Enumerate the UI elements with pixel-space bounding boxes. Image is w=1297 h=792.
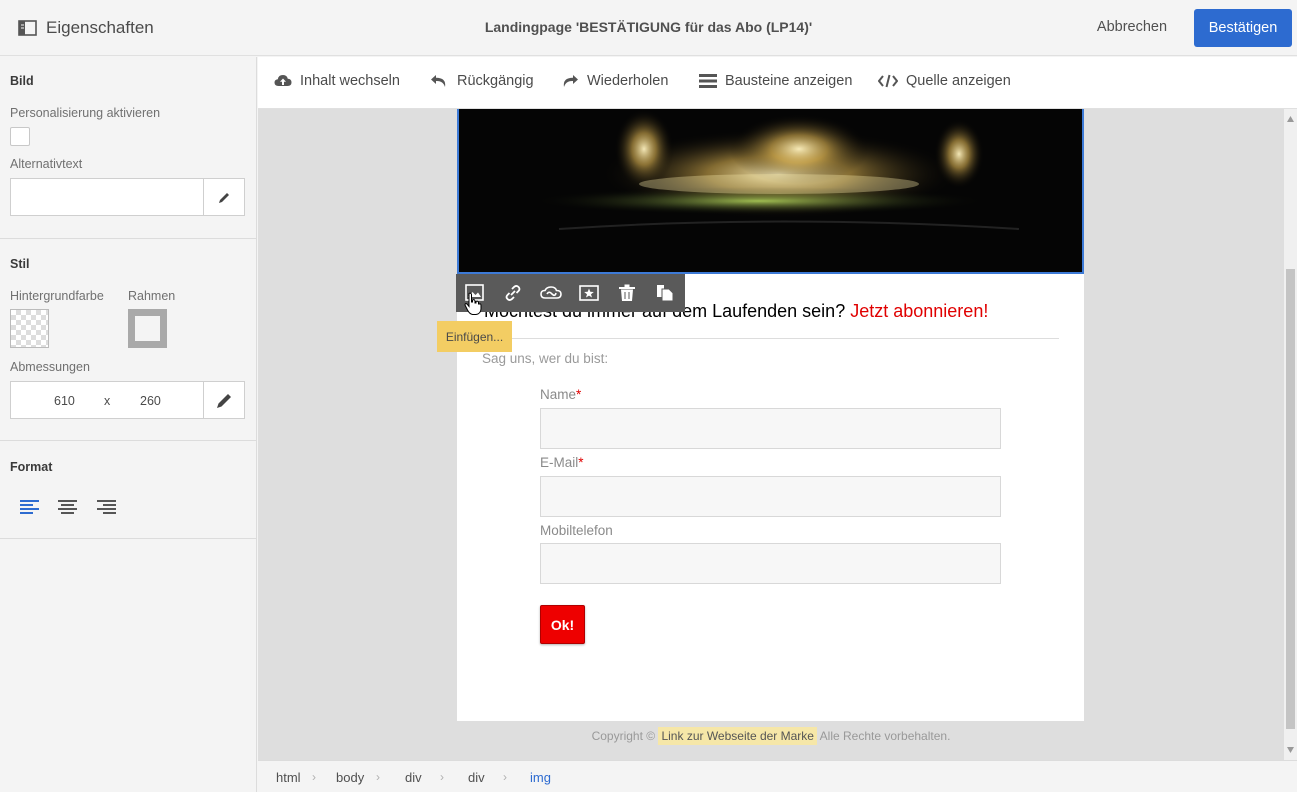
show-blocks-button[interactable]: Bausteine anzeigen <box>699 73 852 89</box>
copy-button[interactable] <box>646 274 684 312</box>
delete-button[interactable] <box>608 274 646 312</box>
breadcrumb-separator: › <box>376 770 380 784</box>
alt-text-edit-button[interactable] <box>203 179 244 215</box>
link-icon <box>505 285 521 301</box>
properties-label: Eigenschaften <box>46 18 154 37</box>
breadcrumb-div-1[interactable]: div <box>405 770 422 785</box>
image-star-button[interactable] <box>570 274 608 312</box>
element-breadcrumb: html › body › div › div › img <box>258 760 1297 792</box>
align-center-icon <box>58 500 77 514</box>
show-blocks-label: Bausteine anzeigen <box>725 73 853 89</box>
vertical-scrollbar[interactable] <box>1284 109 1297 760</box>
scrollbar-thumb[interactable] <box>1286 269 1295 729</box>
footer-prefix: Copyright © <box>591 729 656 743</box>
ok-button[interactable]: Ok! <box>540 605 585 644</box>
hand-cursor-icon <box>464 292 482 315</box>
scroll-up-icon <box>1287 116 1294 122</box>
heading-cta: Jetzt abonnieren! <box>850 301 989 321</box>
pencil-icon <box>216 393 231 408</box>
page-footer: Copyright © Link zur Webseite der Marke … <box>258 727 1284 745</box>
name-field[interactable] <box>540 408 1001 449</box>
personalization-checkbox[interactable] <box>10 127 30 146</box>
code-icon <box>878 74 898 88</box>
hero-image[interactable] <box>457 109 1084 274</box>
alt-text-input[interactable] <box>11 179 203 215</box>
properties-panel: Bild Personalisierung aktivieren Alterna… <box>0 57 257 792</box>
show-source-label: Quelle anzeigen <box>906 73 1011 89</box>
intro-text: Sag uns, wer du bist: <box>482 351 609 366</box>
style-section-title: Stil <box>10 257 30 271</box>
align-center-button[interactable] <box>58 499 77 520</box>
creative-cloud-icon <box>540 286 562 299</box>
dimensions-field: 610 x 260 <box>10 381 245 419</box>
confirm-button[interactable]: Bestätigen <box>1194 9 1292 47</box>
link-button[interactable] <box>494 274 532 312</box>
alt-text-field <box>10 178 245 216</box>
show-source-button[interactable]: Quelle anzeigen <box>878 73 1011 89</box>
copy-icon <box>657 285 674 302</box>
insert-tooltip: Einfügen... <box>437 321 512 352</box>
align-left-icon <box>20 500 39 514</box>
align-left-button[interactable] <box>20 499 39 520</box>
breadcrumb-body[interactable]: body <box>336 770 364 785</box>
pencil-icon <box>218 192 229 203</box>
breadcrumb-separator: › <box>312 770 316 784</box>
editor-canvas: Möchtest du immer auf dem Laufenden sein… <box>258 109 1284 760</box>
width-value[interactable]: 610 <box>54 394 75 408</box>
image-star-icon <box>579 285 599 301</box>
image-toolbar <box>456 274 685 312</box>
landing-page: Möchtest du immer auf dem Laufenden sein… <box>457 109 1084 721</box>
dimensions-separator: x <box>104 394 111 408</box>
breadcrumb-div-2[interactable]: div <box>468 770 485 785</box>
panel-icon <box>18 20 37 36</box>
mobile-field[interactable] <box>540 543 1001 584</box>
list-blocks-icon <box>699 74 717 88</box>
align-right-button[interactable] <box>97 499 116 520</box>
cancel-button[interactable]: Abbrechen <box>1090 19 1174 35</box>
style-section: Stil Hintergrundfarbe Rahmen Abmessungen… <box>0 239 256 441</box>
background-color-label: Hintergrundfarbe <box>10 289 104 303</box>
image-section-title: Bild <box>10 74 34 88</box>
alt-text-label: Alternativtext <box>10 157 83 171</box>
creative-cloud-button[interactable] <box>532 274 570 312</box>
cloud-upload-icon <box>274 75 292 86</box>
redo-button[interactable]: Wiederholen <box>560 73 668 89</box>
breadcrumb-separator: › <box>440 770 444 784</box>
footer-suffix: Alle Rechte vorbehalten. <box>819 729 951 743</box>
trash-icon <box>619 284 635 301</box>
fountain-image <box>459 109 1082 272</box>
dimensions-label: Abmessungen <box>10 360 90 374</box>
dimensions-edit-button[interactable] <box>203 382 244 418</box>
format-section: Format <box>0 441 256 539</box>
breadcrumb-img[interactable]: img <box>530 770 551 785</box>
mobile-label: Mobiltelefon <box>540 523 613 538</box>
breadcrumb-html[interactable]: html <box>276 770 301 785</box>
change-content-button[interactable]: Inhalt wechseln <box>274 73 400 89</box>
undo-button[interactable]: Rückgängig <box>430 73 534 89</box>
change-content-label: Inhalt wechseln <box>300 73 400 89</box>
email-label: E-Mail* <box>540 455 584 470</box>
properties-toggle[interactable]: Eigenschaften <box>18 18 154 38</box>
editor-toolbar: Inhalt wechseln Rückgängig Wiederholen B… <box>258 57 1297 109</box>
scroll-down-icon <box>1287 747 1294 753</box>
height-value[interactable]: 260 <box>140 394 161 408</box>
brand-link[interactable]: Link zur Webseite der Marke <box>658 727 817 745</box>
divider <box>482 338 1059 339</box>
border-swatch[interactable] <box>128 309 167 348</box>
redo-icon <box>563 75 578 87</box>
personalization-label: Personalisierung aktivieren <box>10 106 161 120</box>
image-section: Bild Personalisierung aktivieren Alterna… <box>0 57 256 239</box>
email-field[interactable] <box>540 476 1001 517</box>
format-section-title: Format <box>10 460 53 474</box>
border-label: Rahmen <box>128 289 176 303</box>
undo-label: Rückgängig <box>457 73 534 89</box>
name-label: Name* <box>540 387 582 402</box>
undo-icon <box>431 75 446 87</box>
background-color-swatch[interactable] <box>10 309 49 348</box>
align-right-icon <box>97 500 116 514</box>
redo-label: Wiederholen <box>587 73 669 89</box>
top-bar: Eigenschaften Landingpage 'BESTÄTIGUNG f… <box>0 0 1297 56</box>
breadcrumb-separator: › <box>503 770 507 784</box>
